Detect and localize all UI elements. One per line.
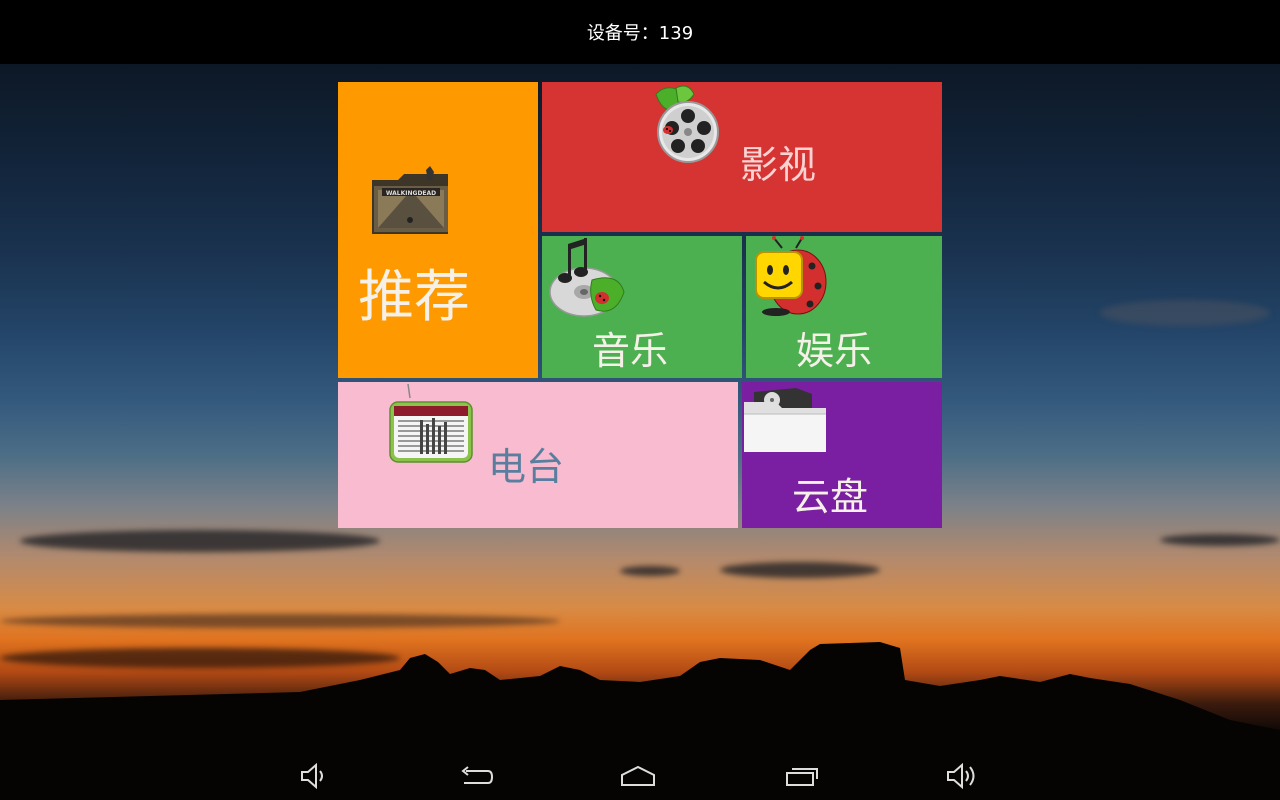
volume-down-button[interactable] bbox=[294, 760, 334, 792]
tile-video-label: 影视 bbox=[740, 143, 817, 187]
tile-radio-label: 电台 bbox=[488, 445, 565, 489]
radio-icon bbox=[389, 384, 473, 463]
background-cloud bbox=[20, 530, 380, 552]
tile-cloud-label: 云盘 bbox=[792, 475, 869, 519]
tile-music[interactable]: 音乐 bbox=[542, 236, 742, 378]
background-cloud bbox=[0, 614, 560, 628]
recent-apps-button[interactable] bbox=[782, 760, 822, 792]
tile-entertainment-label: 娱乐 bbox=[796, 329, 873, 373]
tile-cloud[interactable]: 云盘 bbox=[742, 382, 942, 528]
recent-apps-icon bbox=[786, 768, 818, 786]
navigation-bar bbox=[0, 752, 1280, 800]
smiley-tv-icon bbox=[755, 236, 827, 316]
back-icon bbox=[461, 766, 494, 784]
tile-entertainment[interactable]: 娱乐 bbox=[746, 236, 942, 378]
film-reel-icon bbox=[655, 85, 719, 163]
volume-up-icon bbox=[947, 763, 975, 789]
tile-recommend-label: 推荐 bbox=[358, 265, 470, 330]
background-cloud bbox=[620, 566, 680, 576]
background-cloud bbox=[720, 562, 880, 578]
home-button[interactable] bbox=[618, 760, 658, 792]
walking-dead-folder-icon: WALKINGDEAD bbox=[372, 166, 448, 234]
home-screen: 设备号：139 WALKINGDEAD 推荐 影视 音乐 娱乐 电台 云盘 bbox=[0, 0, 1280, 800]
cloud-folder-icon bbox=[744, 388, 826, 452]
music-cd-icon bbox=[549, 238, 625, 317]
tile-radio[interactable]: 电台 bbox=[338, 382, 738, 528]
background-cloud bbox=[1100, 300, 1270, 326]
background-cloud bbox=[1160, 534, 1280, 546]
tile-recommend[interactable]: WALKINGDEAD 推荐 bbox=[338, 82, 538, 378]
volume-up-button[interactable] bbox=[942, 760, 982, 792]
tile-music-label: 音乐 bbox=[592, 329, 669, 373]
volume-down-icon bbox=[301, 763, 323, 789]
tile-video[interactable]: 影视 bbox=[542, 82, 942, 232]
device-number-label: 设备号：139 bbox=[586, 23, 694, 44]
status-bar: 设备号：139 bbox=[0, 0, 1280, 64]
home-icon bbox=[621, 765, 655, 786]
back-button[interactable] bbox=[456, 760, 496, 792]
svg-text:WALKINGDEAD: WALKINGDEAD bbox=[386, 190, 436, 197]
